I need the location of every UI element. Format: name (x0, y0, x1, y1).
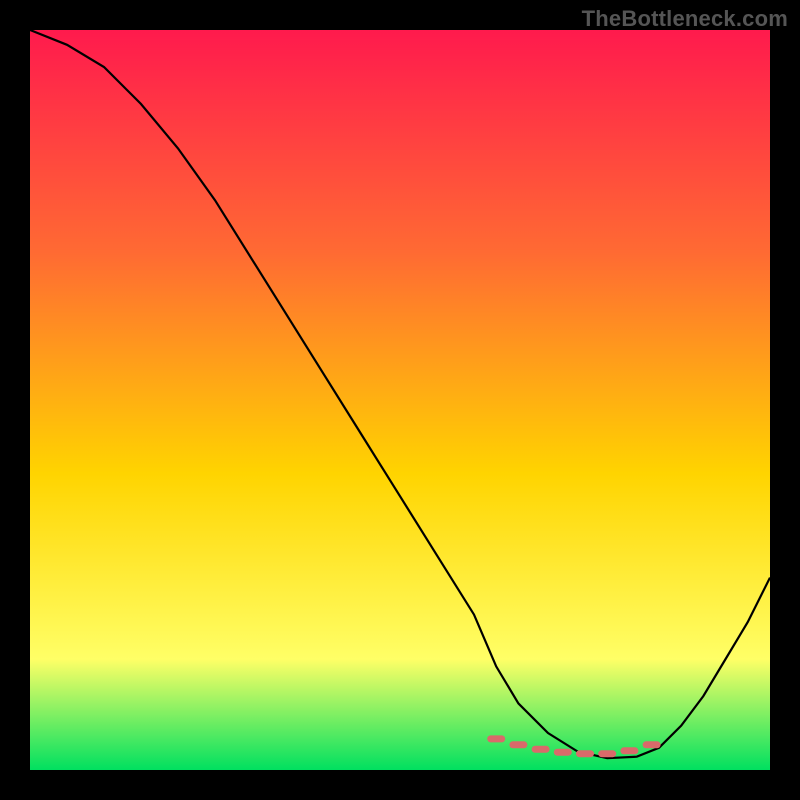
band-dash (598, 750, 616, 757)
band-dash (532, 746, 550, 753)
plot-svg (30, 30, 770, 770)
band-dash (554, 749, 572, 756)
band-dash (509, 741, 527, 748)
band-dash (620, 747, 638, 754)
gradient-background (30, 30, 770, 770)
chart-frame: TheBottleneck.com (0, 0, 800, 800)
band-dash (576, 750, 594, 757)
band-dash (487, 735, 505, 742)
watermark-text: TheBottleneck.com (582, 6, 788, 32)
plot-area (30, 30, 770, 770)
band-dash (643, 741, 661, 748)
